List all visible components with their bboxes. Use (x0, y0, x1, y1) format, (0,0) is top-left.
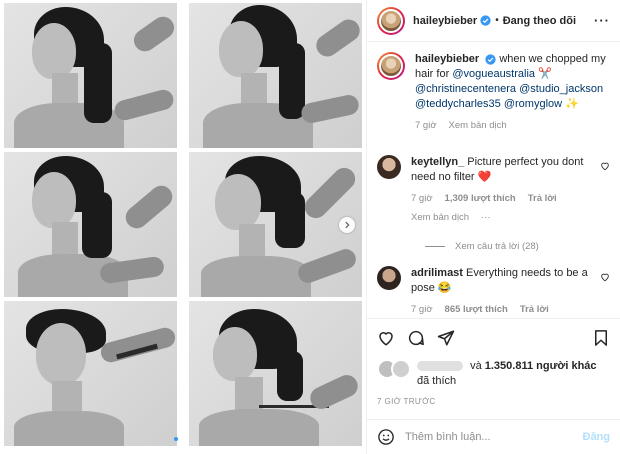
heart-icon[interactable] (600, 272, 610, 282)
caption-username[interactable]: haileybieber (415, 53, 479, 65)
emoji-icon[interactable] (377, 428, 395, 446)
liker-avatar (391, 359, 411, 379)
comment-username[interactable]: adrilimast (411, 267, 463, 279)
caption: haileybieber when we chopped my hair for… (377, 52, 610, 133)
likes-conjunction: và (470, 360, 482, 372)
likes-suffix: đã thích (417, 375, 457, 387)
verified-badge-icon (485, 53, 496, 65)
caption-meta: 7 giờ Xem bản dịch (415, 118, 610, 133)
photo-grid (4, 3, 362, 447)
comment-likes[interactable]: 1,309 lượt thích (445, 191, 516, 206)
mention-link[interactable]: @christinecentenera (415, 83, 516, 95)
commenter-avatar[interactable] (377, 155, 401, 179)
carousel-dot (181, 437, 185, 441)
mention-link[interactable]: @vogueaustralia (452, 68, 535, 80)
add-comment-bar: Đăng (367, 419, 620, 454)
chevron-right-icon (345, 221, 350, 229)
comments-list: haileybieber when we chopped my hair for… (367, 52, 620, 317)
carousel-next-button[interactable] (339, 217, 355, 233)
view-replies-button[interactable]: Xem câu trả lời (28) (425, 241, 610, 252)
comment-more-button[interactable]: ··· (481, 210, 491, 225)
comment-item: keytellyn_ Picture perfect you dont need… (377, 155, 610, 225)
see-translation-link[interactable]: Xem bản dịch (411, 210, 469, 225)
caption-avatar[interactable] (377, 52, 405, 80)
post-actions: và 1.350.811 người khác đã thích 7 GIỜ T… (367, 318, 620, 406)
author-username[interactable]: haileybieber (413, 15, 477, 27)
comment-likes[interactable]: 865 lượt thích (445, 302, 508, 317)
comment-username[interactable]: keytellyn_ (411, 156, 464, 168)
post-comment-button[interactable]: Đăng (583, 431, 611, 443)
mention-link[interactable]: @studio_jackson (519, 83, 603, 95)
comment-meta-2: Xem bản dịch ··· (411, 210, 594, 225)
likes-count[interactable]: 1.350.811 người khác (485, 360, 597, 372)
photo-tile (189, 301, 362, 446)
photo-tile (4, 3, 177, 148)
liker-name-blurred[interactable] (417, 361, 463, 372)
caption-time: 7 giờ (415, 120, 437, 131)
commenter-avatar[interactable] (377, 266, 401, 290)
photo-tile (4, 301, 177, 446)
mention-link[interactable]: @romyglow (504, 98, 562, 110)
likes-summary: và 1.350.811 người khác đã thích (377, 359, 610, 389)
heart-icon[interactable] (377, 329, 395, 347)
post-header: haileybieber • Đang theo dõi ··· (367, 0, 620, 42)
post-timestamp[interactable]: 7 GIỜ TRƯỚC (377, 397, 610, 406)
separator-dot: • (495, 15, 499, 26)
action-bar (377, 327, 610, 349)
see-translation-link[interactable]: Xem bản dịch (449, 118, 507, 133)
heart-icon[interactable] (600, 161, 610, 171)
comment-input[interactable] (405, 431, 583, 443)
bookmark-icon[interactable] (592, 329, 610, 347)
reply-button[interactable]: Trả lời (520, 302, 549, 317)
comment-meta: 7 giờ 865 lượt thích Trả lời (411, 302, 594, 317)
photo-tile (4, 152, 177, 297)
comment-item: adrilimast Everything needs to be a pose… (377, 266, 610, 317)
following-button[interactable]: Đang theo dõi (503, 15, 576, 27)
comment-icon[interactable] (407, 329, 425, 347)
comment-time: 7 giờ (411, 193, 433, 204)
post-media[interactable] (0, 0, 366, 454)
carousel-dot-active (174, 437, 178, 441)
comment-time: 7 giờ (411, 304, 433, 315)
verified-badge-icon (480, 15, 491, 26)
replies-divider (425, 246, 445, 247)
author-avatar[interactable] (377, 6, 405, 35)
post-side-panel: haileybieber • Đang theo dõi ··· haileyb… (366, 0, 620, 454)
reply-button[interactable]: Trả lời (528, 191, 557, 206)
comment-meta: 7 giờ 1,309 lượt thích Trả lời (411, 191, 594, 206)
mention-link[interactable]: @teddycharles35 (415, 98, 501, 110)
photo-tile (189, 152, 362, 297)
scissors-emoji: ✂️ (538, 68, 552, 80)
liked-by-avatars (377, 359, 411, 379)
carousel-indicator (174, 437, 185, 441)
view-replies-label: Xem câu trả lời (28) (455, 241, 539, 252)
photo-tile (189, 3, 362, 148)
sparkle-emoji: ✨ (565, 98, 579, 110)
share-icon[interactable] (437, 329, 455, 347)
more-options-button[interactable]: ··· (594, 13, 610, 28)
